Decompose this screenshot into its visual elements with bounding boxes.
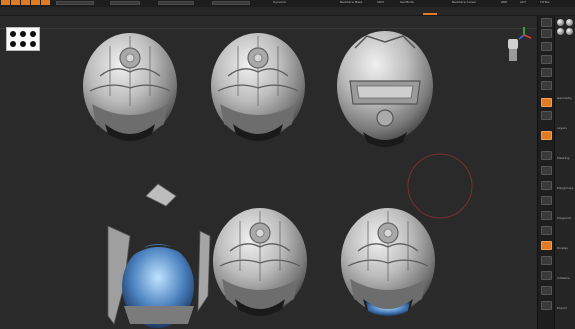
axis-gizmo-icon[interactable]: [500, 27, 534, 67]
brush-cursor-icon: [407, 153, 473, 219]
scale-button[interactable]: [541, 211, 552, 220]
local-button[interactable]: [541, 131, 552, 140]
zbrush-logo-icon: [6, 27, 40, 51]
backface-cursor-label[interactable]: Backface Cursor: [452, 0, 477, 5]
material-sphere-icon[interactable]: [557, 19, 564, 26]
helmet-renders: [82, 31, 473, 328]
helmet-front-center: [210, 32, 306, 142]
zre-label: ZRE: [501, 0, 508, 4]
move-button[interactable]: [541, 196, 552, 205]
rotate-button[interactable]: [541, 226, 552, 235]
palette-label-export[interactable]: Export: [557, 306, 567, 310]
z-intensity-slider[interactable]: [110, 1, 140, 5]
right-tool-strip: [537, 16, 555, 329]
rgb-intensity-slider[interactable]: [212, 1, 250, 5]
helmet-exploded: [107, 183, 211, 328]
persp-button[interactable]: [541, 98, 552, 107]
material-sphere-icon[interactable]: [557, 28, 564, 35]
zadd-button[interactable]: [1, 0, 10, 5]
sub-toolbar: [0, 7, 575, 16]
frame-button[interactable]: [541, 181, 552, 190]
floor-button[interactable]: [541, 111, 552, 120]
helmet-top-view: [337, 31, 433, 147]
zsub-button[interactable]: [11, 0, 20, 5]
total-label: TOTAL: [540, 0, 550, 4]
helmet-front-left: [82, 32, 178, 142]
palette-label-layers[interactable]: Layers: [557, 126, 567, 130]
sel-mode-label[interactable]: Sel Mode: [400, 0, 414, 5]
palette-label-geometry[interactable]: Geometry: [557, 96, 572, 100]
sdiv-label[interactable]: SDIV: [377, 0, 384, 5]
solo-button[interactable]: [541, 286, 552, 295]
spix-button[interactable]: [541, 29, 552, 38]
gxyz-button[interactable]: [541, 166, 552, 175]
right-palette-panel: Geometry Layers Masking Polygroups Polyp…: [554, 16, 575, 329]
zoom-button[interactable]: [541, 55, 552, 64]
xpose-button[interactable]: [541, 301, 552, 310]
transp-button[interactable]: [541, 256, 552, 265]
lsym-button[interactable]: [541, 151, 552, 160]
polyf-button[interactable]: [541, 241, 552, 250]
actual-button[interactable]: [541, 68, 552, 77]
zcut-button[interactable]: [21, 0, 30, 5]
ghost-button[interactable]: [541, 271, 552, 280]
palette-label-initialize[interactable]: Initialize: [557, 276, 570, 280]
active-indicator: [423, 13, 437, 15]
helmet-back-left: [212, 207, 308, 317]
material-sphere-icon[interactable]: [566, 28, 573, 35]
draw-size-slider[interactable]: [56, 1, 94, 5]
palette-label-polypaint[interactable]: Polypaint: [557, 216, 571, 220]
aahalf-button[interactable]: [541, 81, 552, 90]
act-label: ACT: [520, 0, 526, 4]
helmet-back-right: [340, 207, 436, 317]
bpr-button[interactable]: [541, 18, 552, 27]
mrgb-button[interactable]: [41, 0, 50, 5]
palette-label-masking[interactable]: Masking: [557, 156, 569, 160]
rgb-button[interactable]: [31, 0, 40, 5]
focal-shift-slider[interactable]: [158, 1, 194, 5]
dynamic-label[interactable]: Dynamic: [273, 0, 286, 5]
backface-mask-label[interactable]: Backface Mask: [340, 0, 362, 5]
material-sphere-icon[interactable]: [566, 19, 573, 26]
palette-label-display[interactable]: Display: [557, 246, 568, 250]
palette-label-polygroups[interactable]: Polygroups: [557, 186, 573, 190]
scroll-button[interactable]: [541, 42, 552, 51]
